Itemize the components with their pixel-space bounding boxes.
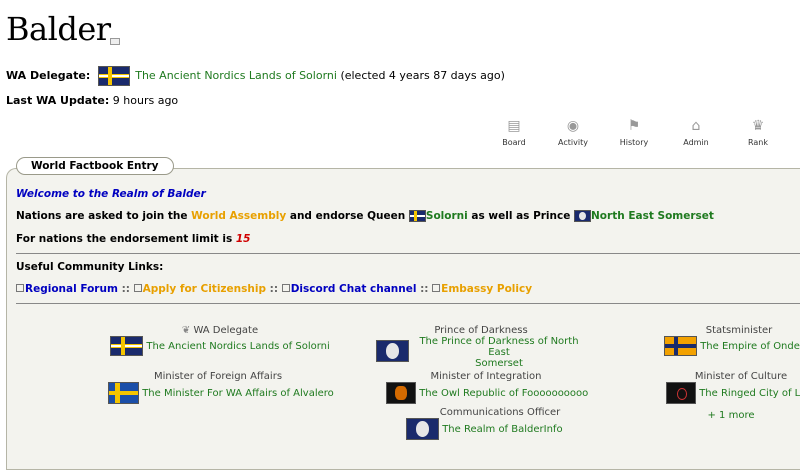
orange-flag-icon[interactable]: [664, 336, 697, 356]
divider: [16, 253, 800, 254]
officer-nation: The Minister For WA Affairs of Alvalero: [108, 382, 334, 404]
officer-nation: The Ancient Nordics Lands of Solorni: [110, 336, 330, 356]
embassy-policy-link[interactable]: Embassy Policy: [441, 283, 532, 295]
activity-icon: ◉: [566, 118, 580, 134]
link-separator: ::: [420, 283, 429, 295]
community-links: Regional Forum :: Apply for Citizenship …: [16, 283, 532, 295]
edit-icon[interactable]: [110, 38, 120, 45]
region-toolbar: ▤ Board ◉ Activity ⚑ History ⌂ Admin ♛ R…: [490, 118, 780, 148]
officer-nation-link-cont[interactable]: Somerset: [475, 358, 523, 369]
toolbar-rank[interactable]: ♛ Rank: [734, 118, 782, 147]
officer-role: Communications Officer: [439, 407, 561, 418]
welcome-text: Welcome to the Realm of Balder: [16, 188, 206, 200]
officer-nation: The Prince of Darkness of North East Som…: [376, 336, 586, 369]
nordic-flag-icon[interactable]: [408, 210, 426, 222]
officer-role: Minister of Integration: [430, 371, 542, 382]
external-link-icon: [133, 284, 142, 292]
toolbar-history[interactable]: ⚑ History: [610, 118, 658, 147]
queen-link[interactable]: Solorni: [426, 210, 468, 222]
external-link-icon: [432, 284, 441, 292]
wa-laurel-icon: ❦: [181, 325, 191, 336]
officer-nation: The Empire of Onder: [664, 336, 800, 356]
join-mid-text: and endorse Queen: [289, 210, 406, 222]
toolbar-admin[interactable]: ⌂ Admin: [672, 118, 720, 147]
officer-role: Minister of Foreign Affairs: [153, 371, 283, 382]
divider: [16, 303, 800, 304]
prince-link[interactable]: North East Somerset: [591, 210, 714, 222]
officer-nation-link[interactable]: The Ringed City of Lo: [699, 388, 800, 399]
toolbar-board[interactable]: ▤ Board: [490, 118, 538, 147]
officer-nation-link[interactable]: The Owl Republic of Foooooooooo: [419, 388, 588, 399]
officer-nation-link[interactable]: The Empire of Onder: [700, 341, 800, 352]
officer-integration: Minister of Integration The Owl Republic…: [386, 371, 588, 404]
history-icon: ⚑: [627, 118, 641, 134]
apply-citizenship-link[interactable]: Apply for Citizenship: [143, 283, 266, 295]
board-icon: ▤: [507, 118, 521, 134]
limit-line: For nations the endorsement limit is 15: [16, 233, 250, 245]
officer-role-text: WA Delegate: [193, 325, 259, 336]
link-separator: ::: [121, 283, 130, 295]
rank-icon: ♛: [751, 118, 765, 134]
useful-heading: Useful Community Links:: [16, 261, 164, 273]
toolbar-admin-label: Admin: [683, 138, 709, 147]
officer-nation: The Owl Republic of Foooooooooo: [386, 382, 588, 404]
join-pre-text: Nations are asked to join the: [16, 210, 188, 222]
seal-flag-icon[interactable]: [376, 340, 409, 362]
last-update-value: 9 hours ago: [112, 94, 179, 107]
last-update-label: Last WA Update:: [6, 94, 110, 107]
officer-wa-delegate: ❦ WA Delegate The Ancient Nordics Lands …: [110, 325, 330, 356]
delegate-nation-link[interactable]: The Ancient Nordics Lands of Solorni: [135, 69, 337, 82]
owl-flag-icon[interactable]: [386, 382, 416, 404]
limit-text: For nations the endorsement limit is: [16, 233, 233, 245]
toolbar-rank-label: Rank: [748, 138, 768, 147]
officer-nation-link[interactable]: The Ancient Nordics Lands of Solorni: [146, 341, 329, 352]
world-assembly-link[interactable]: World Assembly: [191, 210, 286, 222]
nordic-flag-icon[interactable]: [97, 66, 130, 86]
region-title: Balder: [6, 10, 111, 48]
officer-nation-link[interactable]: The Realm of BalderInfo: [442, 424, 562, 435]
toolbar-history-label: History: [619, 138, 649, 147]
officer-statsminister: Statsminister The Empire of Onder: [664, 325, 800, 356]
dark-flag-icon[interactable]: [666, 382, 696, 404]
officer-role: Minister of Culture: [694, 371, 788, 382]
officer-role: ❦ WA Delegate: [110, 325, 330, 336]
officer-communications: Communications Officer The Realm of Bald…: [400, 407, 600, 440]
join-line: Nations are asked to join the World Asse…: [16, 210, 714, 222]
more-officers-link[interactable]: + 1 more: [707, 410, 754, 421]
seal-flag-icon[interactable]: [406, 418, 439, 440]
welcome-line: Welcome to the Realm of Balder: [16, 188, 206, 200]
toolbar-activity-label: Activity: [558, 138, 588, 147]
officer-nation-link[interactable]: The Minister For WA Affairs of Alvalero: [142, 388, 334, 399]
join-mid2-text: as well as Prince: [471, 210, 571, 222]
admin-icon: ⌂: [691, 118, 701, 134]
last-update-row: Last WA Update: 9 hours ago: [6, 94, 178, 107]
regional-forum-link[interactable]: Regional Forum: [25, 283, 118, 295]
seal-flag-icon[interactable]: [574, 210, 592, 222]
officer-nation-link[interactable]: The Prince of Darkness of North East: [419, 336, 578, 358]
officer-nation: The Realm of BalderInfo: [400, 418, 600, 440]
link-separator: ::: [269, 283, 279, 295]
officer-foreign-affairs: Minister of Foreign Affairs The Minister…: [108, 371, 334, 404]
factbook-legend: World Factbook Entry: [16, 157, 174, 175]
delegate-label: WA Delegate:: [6, 69, 91, 82]
delegate-row: WA Delegate: The Ancient Nordics Lands o…: [6, 66, 505, 86]
officer-role: Statsminister: [705, 325, 773, 336]
nordic-flag-icon[interactable]: [110, 336, 144, 356]
officer-culture: Minister of Culture The Ringed City of L…: [666, 371, 800, 421]
alvalero-flag-icon[interactable]: [108, 382, 139, 404]
officer-nation: The Ringed City of Lo: [666, 382, 800, 404]
toolbar-board-label: Board: [502, 138, 526, 147]
officer-prince: Prince of Darkness The Prince of Darknes…: [376, 325, 586, 369]
limit-value: 15: [235, 233, 251, 245]
officer-role: Prince of Darkness: [434, 325, 528, 336]
external-link-icon: [16, 284, 24, 292]
external-link-icon: [281, 284, 290, 292]
discord-link[interactable]: Discord Chat channel: [291, 283, 417, 295]
toolbar-activity[interactable]: ◉ Activity: [549, 118, 597, 147]
delegate-note: (elected 4 years 87 days ago): [340, 69, 505, 82]
